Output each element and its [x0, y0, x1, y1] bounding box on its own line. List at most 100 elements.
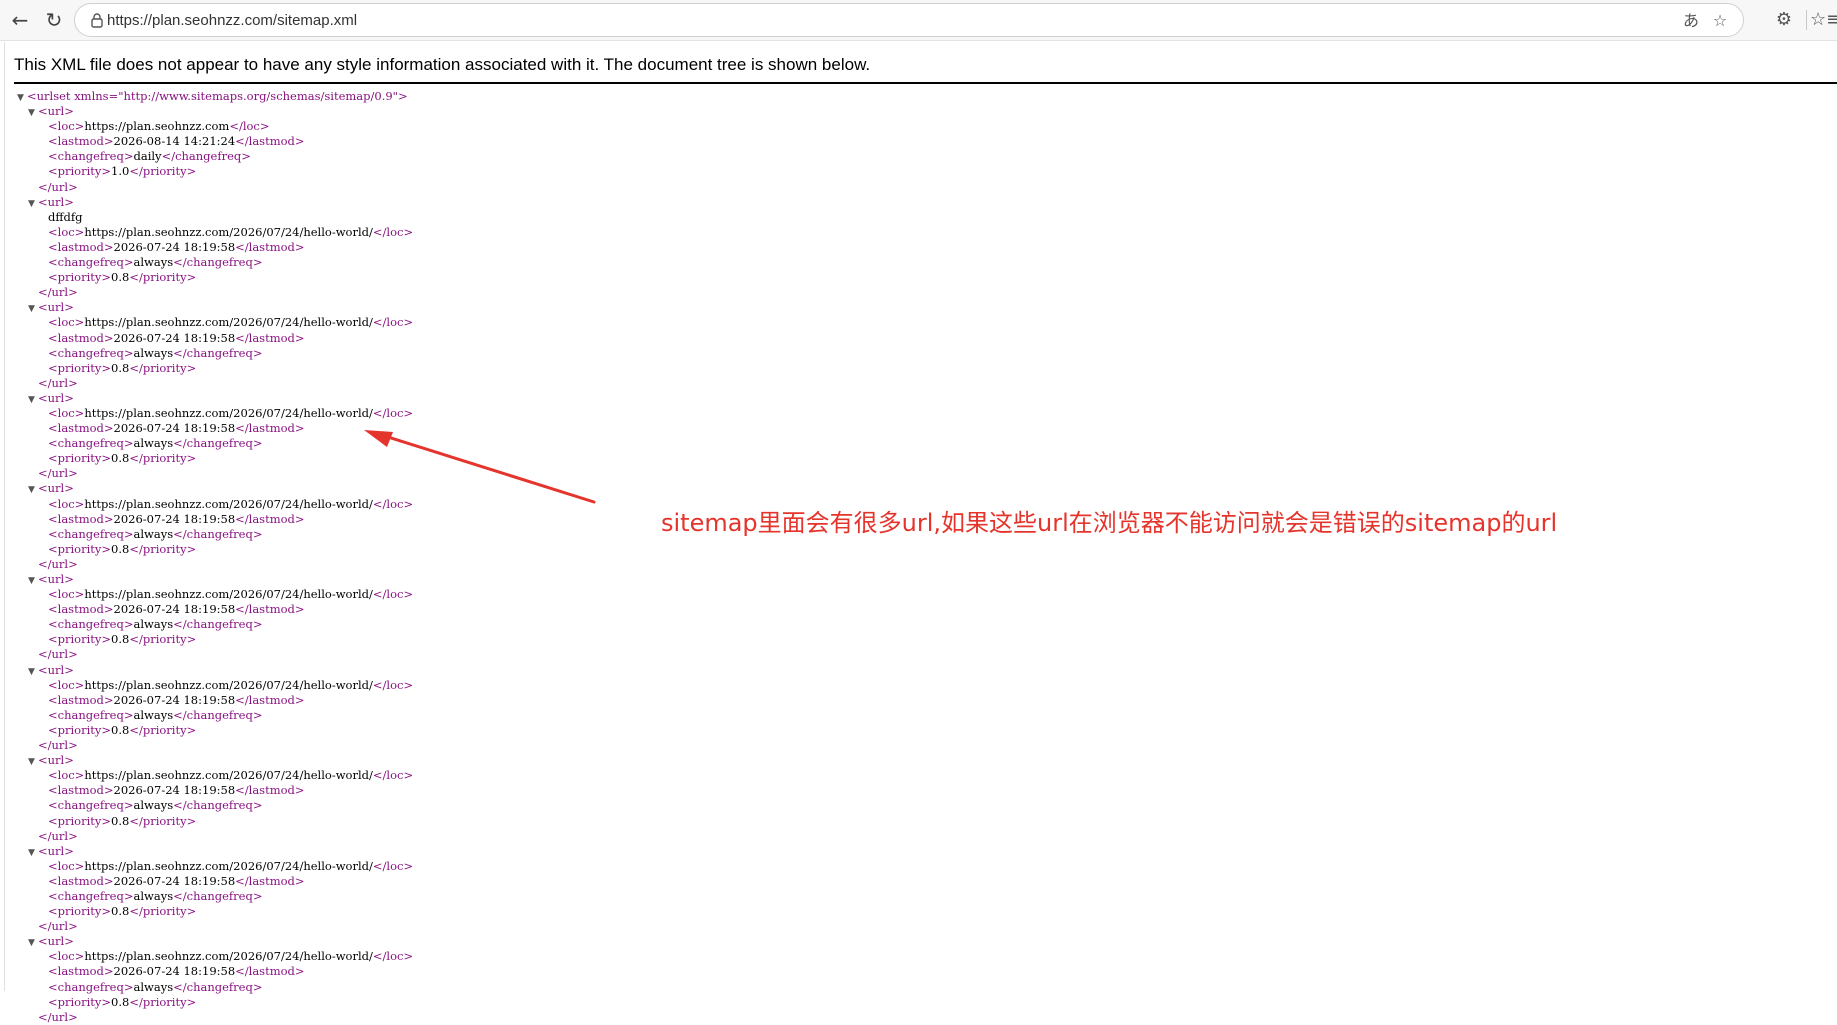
lastmod-line: <lastmod>2026-08-14 14:21:24</lastmod> — [5, 134, 605, 149]
lastmod-value: 2026-07-24 18:19:58 — [113, 873, 236, 888]
reload-icon[interactable]: ↻ — [40, 6, 68, 34]
priority-close-tag: </priority> — [129, 541, 197, 556]
url-close-tag: </url> — [38, 738, 78, 753]
url-open-tag: <url> — [38, 572, 74, 586]
changefreq-close-tag: </changefreq> — [173, 798, 263, 813]
loc-value: https://plan.seohnzz.com/2026/07/24/hell… — [84, 496, 373, 511]
changefreq-open-tag: <changefreq> — [48, 888, 134, 903]
url-open-tag: <url> — [38, 934, 74, 949]
url-open-line: ▼ <url> — [5, 753, 605, 768]
priority-value: 0.8 — [111, 360, 130, 375]
changefreq-line: <changefreq>always</changefreq> — [5, 255, 605, 270]
lastmod-close-tag: </lastmod> — [235, 964, 305, 979]
loc-line: <loc>https://plan.seohnzz.com/2026/07/24… — [5, 225, 605, 240]
loc-open-tag: <loc> — [48, 858, 85, 873]
xml-style-message: This XML file does not appear to have an… — [14, 55, 871, 74]
loc-close-tag: </loc> — [372, 496, 414, 511]
url-close-line: </url> — [5, 180, 605, 195]
url-open-tag: <url> — [38, 753, 74, 768]
priority-line: <priority>0.8</priority> — [5, 814, 605, 829]
changefreq-close-tag: </changefreq> — [173, 436, 263, 451]
lastmod-close-tag: </lastmod> — [235, 421, 305, 436]
stray-text-line: dffdfg — [5, 210, 605, 225]
loc-close-tag: </loc> — [372, 858, 414, 873]
changefreq-open-tag: <changefreq> — [48, 436, 134, 451]
url-close-tag: </url> — [38, 179, 78, 194]
lastmod-open-tag: <lastmod> — [48, 511, 114, 526]
loc-value: https://plan.seohnzz.com/2026/07/24/hell… — [84, 768, 373, 783]
changefreq-open-tag: <changefreq> — [48, 255, 134, 270]
priority-close-tag: </priority> — [129, 164, 197, 179]
changefreq-value: always — [133, 526, 174, 541]
priority-close-tag: </priority> — [129, 904, 197, 919]
url-close-tag: </url> — [38, 375, 78, 390]
stray-text: dffdfg — [48, 209, 83, 224]
url-close-line: </url> — [5, 376, 605, 391]
loc-line: <loc>https://plan.seohnzz.com/2026/07/24… — [5, 768, 605, 783]
lastmod-value: 2026-07-24 18:19:58 — [113, 511, 236, 526]
loc-value: https://plan.seohnzz.com/2026/07/24/hell… — [84, 949, 373, 964]
changefreq-close-tag: </changefreq> — [173, 979, 263, 994]
priority-line: <priority>0.8</priority> — [5, 361, 605, 376]
translate-icon[interactable]: あ — [1680, 10, 1702, 32]
priority-close-tag: </priority> — [129, 722, 197, 737]
lastmod-open-tag: <lastmod> — [48, 602, 114, 617]
url-open-line: ▼ <url> — [5, 844, 605, 859]
extensions-icon[interactable]: ⚙ — [1770, 6, 1798, 34]
lastmod-line: <lastmod>2026-07-24 18:19:58</lastmod> — [5, 964, 605, 979]
url-open-tag: <url> — [38, 481, 74, 496]
lastmod-close-tag: </lastmod> — [235, 511, 305, 526]
priority-value: 0.8 — [111, 722, 130, 737]
lastmod-close-tag: </lastmod> — [235, 873, 305, 888]
loc-line: <loc>https://plan.seohnzz.com/2026/07/24… — [5, 315, 605, 330]
changefreq-open-tag: <changefreq> — [48, 707, 134, 722]
url-close-line: </url> — [5, 1010, 605, 1025]
loc-line: <loc>https://plan.seohnzz.com</loc> — [5, 119, 605, 134]
url-close-line: </url> — [5, 738, 605, 753]
toolbar-divider — [1806, 10, 1807, 30]
changefreq-open-tag: <changefreq> — [48, 149, 134, 164]
loc-open-tag: <loc> — [48, 587, 85, 602]
lastmod-line: <lastmod>2026-07-24 18:19:58</lastmod> — [5, 874, 605, 889]
lastmod-value: 2026-07-24 18:19:58 — [113, 330, 236, 345]
changefreq-line: <changefreq>always</changefreq> — [5, 980, 605, 995]
priority-close-tag: </priority> — [129, 632, 197, 647]
favorite-star-icon[interactable]: ☆ — [1709, 10, 1731, 32]
changefreq-value: always — [133, 255, 174, 270]
lock-icon[interactable] — [89, 12, 105, 28]
changefreq-open-tag: <changefreq> — [48, 526, 134, 541]
changefreq-value: always — [133, 979, 174, 994]
changefreq-close-tag: </changefreq> — [173, 617, 263, 632]
changefreq-value: always — [133, 888, 174, 903]
loc-open-tag: <loc> — [48, 315, 85, 330]
priority-line: <priority>0.8</priority> — [5, 542, 605, 557]
loc-line: <loc>https://plan.seohnzz.com/2026/07/24… — [5, 497, 605, 512]
lastmod-open-tag: <lastmod> — [48, 964, 114, 979]
loc-line: <loc>https://plan.seohnzz.com/2026/07/24… — [5, 949, 605, 964]
loc-close-tag: </loc> — [372, 315, 414, 330]
url-text[interactable]: https://plan.seohnzz.com/sitemap.xml — [107, 12, 357, 29]
url-open-line: ▼ <url> — [5, 663, 605, 678]
url-close-line: </url> — [5, 285, 605, 300]
url-open-line: ▼ <url> — [5, 195, 605, 210]
url-close-tag: </url> — [38, 556, 78, 571]
url-open-line: ▼ <url> — [5, 300, 605, 315]
url-open-line: ▼ <url> — [5, 934, 605, 949]
loc-line: <loc>https://plan.seohnzz.com/2026/07/24… — [5, 587, 605, 602]
priority-open-tag: <priority> — [48, 994, 112, 1009]
priority-line: <priority>0.8</priority> — [5, 451, 605, 466]
priority-line: <priority>0.8</priority> — [5, 632, 605, 647]
favorites-icon[interactable]: ☆≡ — [1810, 6, 1837, 34]
priority-value: 0.8 — [111, 451, 130, 466]
changefreq-line: <changefreq>daily</changefreq> — [5, 149, 605, 164]
priority-value: 0.8 — [111, 632, 130, 647]
url-open-line: ▼ <url> — [5, 104, 605, 119]
loc-close-tag: </loc> — [229, 119, 270, 134]
priority-open-tag: <priority> — [48, 632, 112, 647]
priority-close-tag: </priority> — [129, 360, 197, 375]
back-icon[interactable]: ← — [6, 6, 34, 34]
url-close-tag: </url> — [38, 285, 78, 300]
url-open-tag: <url> — [38, 300, 74, 315]
priority-close-tag: </priority> — [129, 994, 197, 1009]
address-bar[interactable]: https://plan.seohnzz.com/sitemap.xml あ ☆ — [74, 3, 1744, 37]
